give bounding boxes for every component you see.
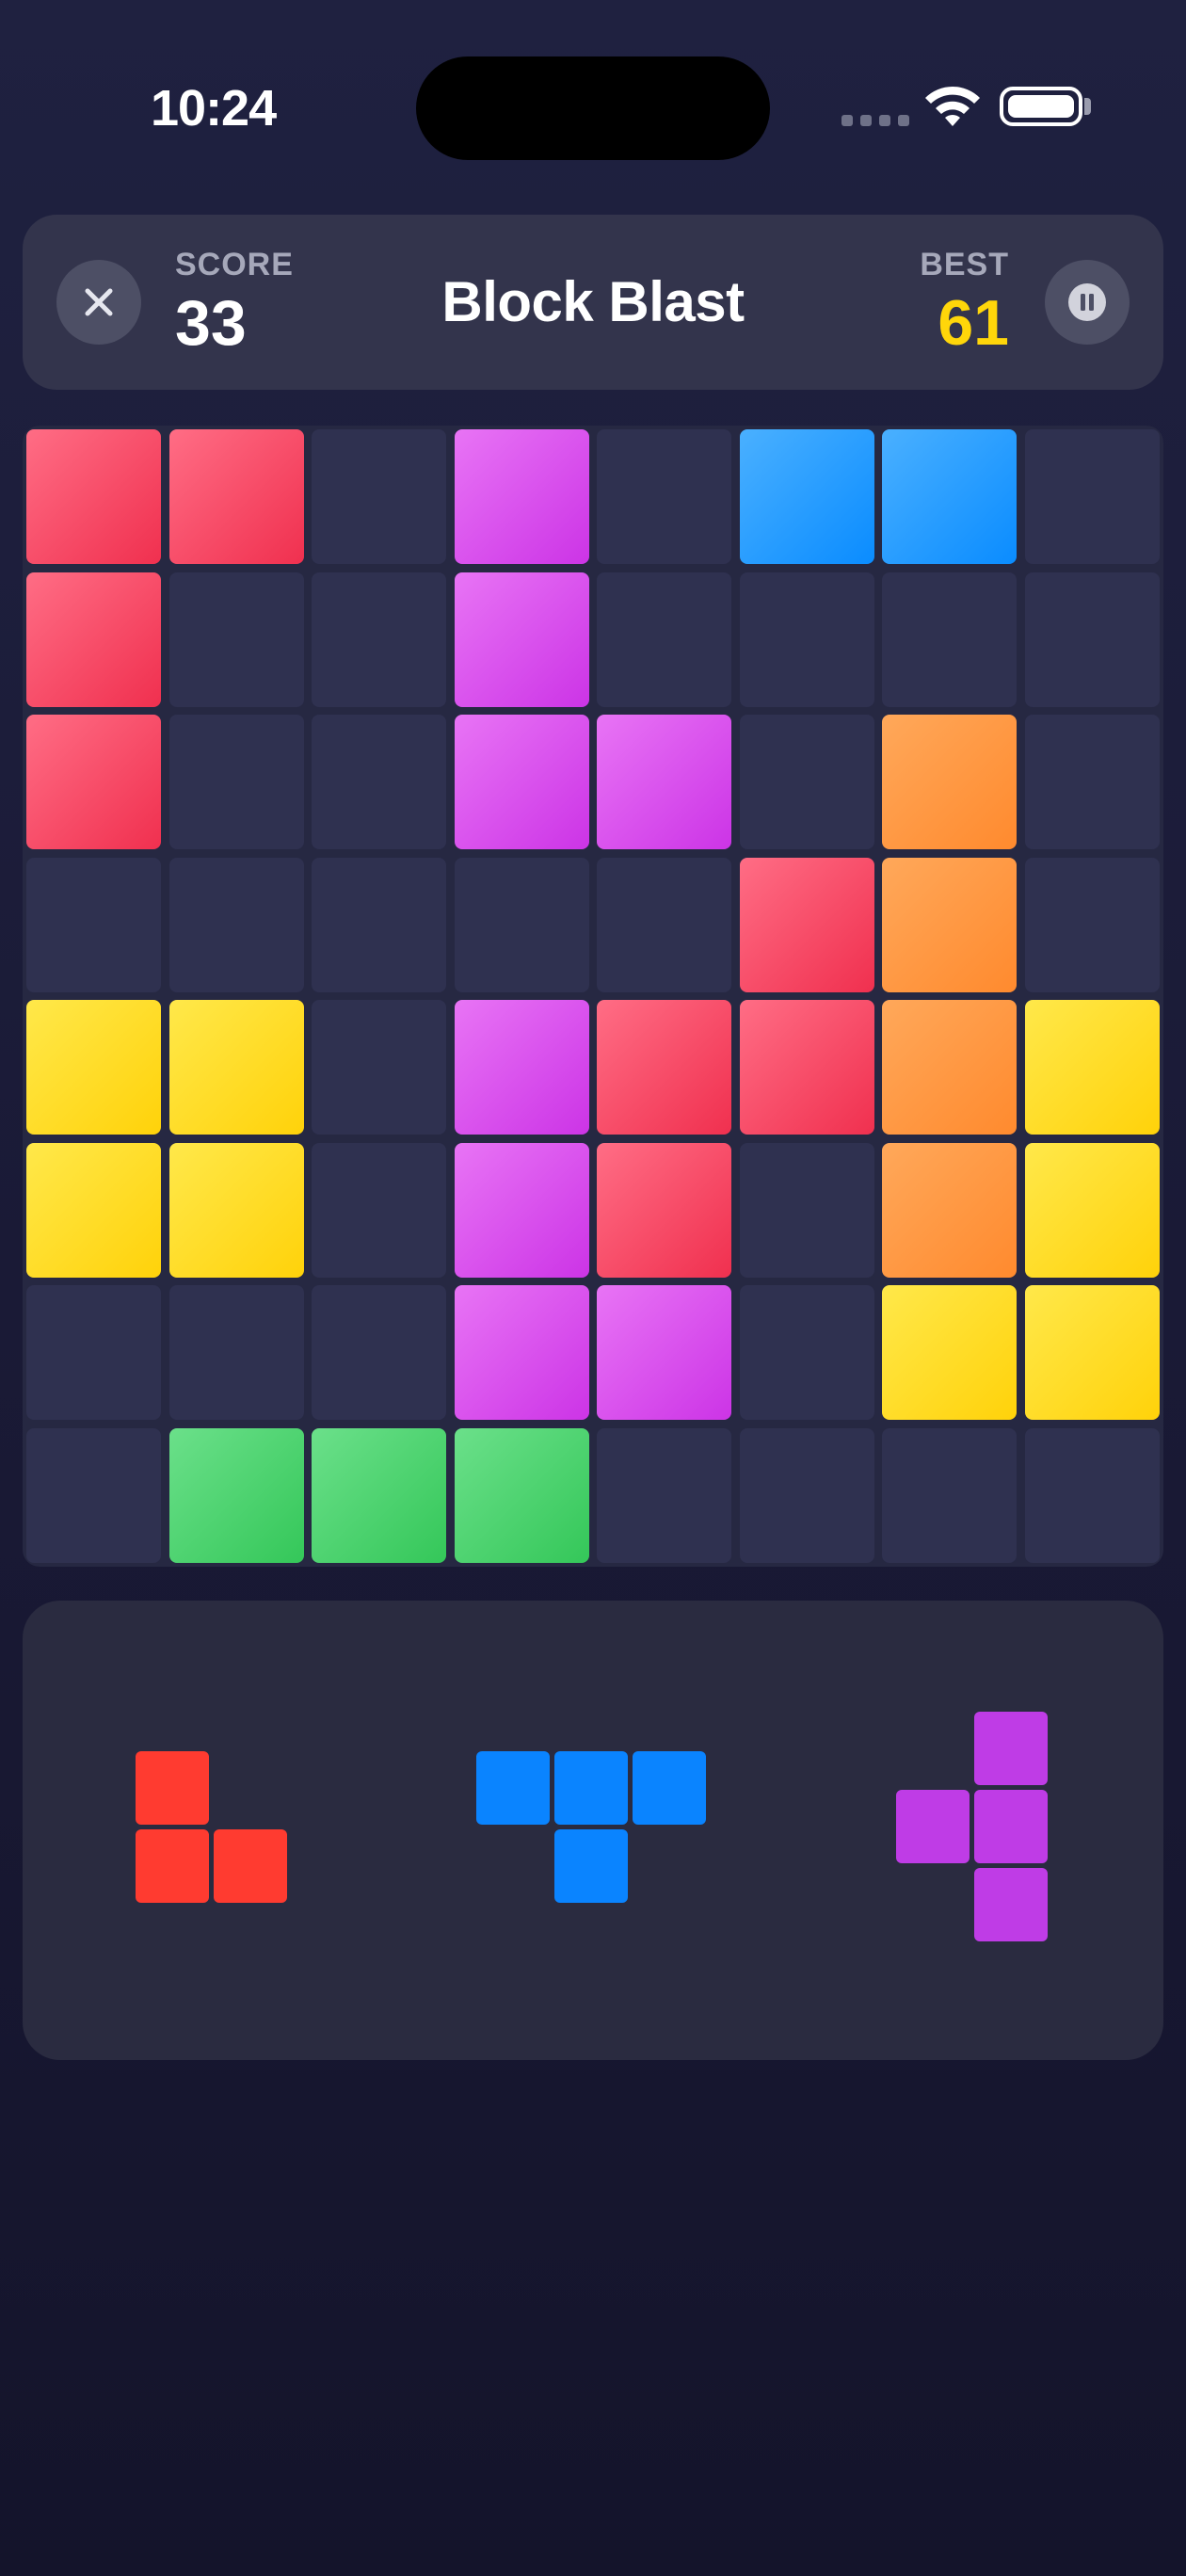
- board-cell-yellow[interactable]: [168, 1000, 304, 1135]
- piece-block: [974, 1868, 1048, 1941]
- board-cell-yellow[interactable]: [1024, 1142, 1160, 1278]
- wifi-icon: [925, 86, 980, 126]
- best-label: BEST: [920, 247, 1009, 282]
- board-cell-purple[interactable]: [454, 429, 589, 564]
- piece-block: [974, 1790, 1048, 1863]
- pause-icon: [1068, 283, 1106, 321]
- battery-icon: [1000, 87, 1082, 126]
- board-cell-red[interactable]: [739, 1000, 874, 1135]
- board-cell-empty[interactable]: [168, 572, 304, 707]
- board-cell-empty[interactable]: [597, 429, 731, 564]
- board-cell-red[interactable]: [26, 715, 161, 849]
- board-cell-empty[interactable]: [597, 572, 731, 707]
- board-cell-empty[interactable]: [597, 857, 731, 992]
- piece-block: [136, 1829, 209, 1903]
- piece-tray: [23, 1601, 1163, 2060]
- board-cell-empty[interactable]: [739, 572, 874, 707]
- board-cell-red[interactable]: [26, 429, 161, 564]
- board-cell-empty[interactable]: [312, 572, 446, 707]
- board-cell-blue[interactable]: [882, 429, 1017, 564]
- board-cell-orange[interactable]: [882, 1000, 1017, 1135]
- board-cell-red[interactable]: [597, 1000, 731, 1135]
- board-cell-empty[interactable]: [312, 1142, 446, 1278]
- board-cell-empty[interactable]: [1024, 429, 1160, 564]
- board-cell-empty[interactable]: [312, 429, 446, 564]
- board-cell-empty[interactable]: [168, 1285, 304, 1420]
- board-cell-empty[interactable]: [1024, 1427, 1160, 1563]
- status-time: 10:24: [151, 80, 277, 137]
- dynamic-island: [416, 56, 770, 160]
- board-cell-orange[interactable]: [882, 1142, 1017, 1278]
- board-cell-yellow[interactable]: [168, 1142, 304, 1278]
- piece-block: [214, 1829, 287, 1903]
- piece-block: [554, 1829, 628, 1903]
- game-board[interactable]: [23, 426, 1163, 1567]
- board-cell-purple[interactable]: [454, 715, 589, 849]
- board-cell-purple[interactable]: [454, 1000, 589, 1135]
- piece-block: [974, 1712, 1048, 1785]
- board-cell-empty[interactable]: [312, 1285, 446, 1420]
- board-cell-green[interactable]: [454, 1427, 589, 1563]
- game-header: SCORE 33 Block Blast BEST 61: [23, 215, 1163, 390]
- board-cell-blue[interactable]: [739, 429, 874, 564]
- board-cell-yellow[interactable]: [1024, 1000, 1160, 1135]
- board-cell-orange[interactable]: [882, 715, 1017, 849]
- board-cell-empty[interactable]: [312, 1000, 446, 1135]
- board-cell-empty[interactable]: [1024, 572, 1160, 707]
- board-cell-yellow[interactable]: [26, 1142, 161, 1278]
- piece-block: [633, 1751, 706, 1825]
- board-cell-empty[interactable]: [739, 1285, 874, 1420]
- board-cell-purple[interactable]: [597, 1285, 731, 1420]
- board-cell-orange[interactable]: [882, 857, 1017, 992]
- board-cell-green[interactable]: [168, 1427, 304, 1563]
- board-cell-red[interactable]: [168, 429, 304, 564]
- board-cell-empty[interactable]: [454, 857, 589, 992]
- board-cell-purple[interactable]: [597, 715, 731, 849]
- board-cell-purple[interactable]: [454, 1142, 589, 1278]
- board-cell-red[interactable]: [597, 1142, 731, 1278]
- piece-block: [554, 1751, 628, 1825]
- board-cell-empty[interactable]: [882, 1427, 1017, 1563]
- board-cell-red[interactable]: [739, 857, 874, 992]
- best-value: 61: [938, 287, 1009, 359]
- cellular-signal-icon: [841, 115, 909, 126]
- pause-button[interactable]: [1045, 260, 1130, 345]
- board-cell-purple[interactable]: [454, 1285, 589, 1420]
- board-cell-yellow[interactable]: [26, 1000, 161, 1135]
- board-cell-empty[interactable]: [1024, 715, 1160, 849]
- board-cell-empty[interactable]: [1024, 857, 1160, 992]
- board-cell-empty[interactable]: [739, 1142, 874, 1278]
- board-cell-yellow[interactable]: [1024, 1285, 1160, 1420]
- board-cell-empty[interactable]: [739, 715, 874, 849]
- board-cell-yellow[interactable]: [882, 1285, 1017, 1420]
- board-cell-empty[interactable]: [168, 857, 304, 992]
- board-cell-empty[interactable]: [168, 715, 304, 849]
- board-cell-purple[interactable]: [454, 572, 589, 707]
- board-cell-empty[interactable]: [26, 1285, 161, 1420]
- piece-block: [136, 1751, 209, 1825]
- board-cell-empty[interactable]: [597, 1427, 731, 1563]
- board-cell-empty[interactable]: [739, 1427, 874, 1563]
- board-cell-empty[interactable]: [312, 715, 446, 849]
- board-cell-red[interactable]: [26, 572, 161, 707]
- board-cell-empty[interactable]: [312, 857, 446, 992]
- board-cell-empty[interactable]: [26, 1427, 161, 1563]
- board-cell-empty[interactable]: [882, 572, 1017, 707]
- piece-block: [896, 1790, 970, 1863]
- board-cell-empty[interactable]: [26, 857, 161, 992]
- piece-block: [476, 1751, 550, 1825]
- board-cell-green[interactable]: [312, 1427, 446, 1563]
- battery-cap: [1084, 98, 1091, 115]
